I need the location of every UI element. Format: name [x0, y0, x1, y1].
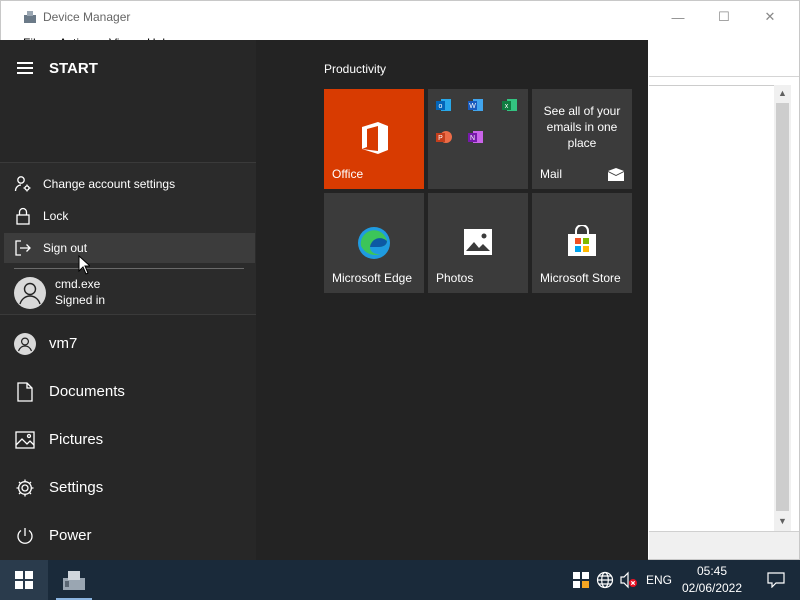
document-icon: [14, 381, 36, 403]
svg-text:W: W: [469, 103, 476, 110]
vertical-scrollbar[interactable]: ▲ ▼: [774, 85, 791, 531]
clock-date[interactable]: 02/06/2022: [680, 581, 744, 595]
start-menu: START Change account settings Lock Sign …: [0, 40, 648, 560]
device-tree[interactable]: [649, 85, 779, 529]
powerpoint-icon: P: [436, 131, 452, 143]
store-icon: [568, 225, 596, 256]
svg-text:N: N: [470, 135, 475, 142]
user-avatar-icon: [14, 333, 36, 355]
divider: [14, 268, 244, 269]
mail-tile[interactable]: See all of your emails in one place Mail: [532, 89, 632, 189]
mouse-cursor-icon: [78, 255, 90, 275]
power-icon: [14, 525, 36, 547]
scroll-thumb[interactable]: [776, 103, 789, 511]
gear-icon: [14, 477, 36, 499]
switch-user-item[interactable]: cmd.exe Signed in: [14, 275, 254, 311]
windows-security-icon[interactable]: [572, 571, 590, 589]
nav-user-label: vm7: [49, 335, 78, 352]
excel-icon: x: [502, 99, 517, 111]
svg-text:x: x: [505, 103, 509, 110]
tile-group-title: Productivity: [324, 62, 387, 76]
outlook-icon: o: [436, 99, 451, 111]
nav-settings[interactable]: Settings: [0, 464, 256, 512]
photos-tile[interactable]: Photos: [428, 193, 528, 293]
start-label: START: [49, 60, 98, 77]
svg-text:P: P: [438, 135, 443, 142]
lock-icon: [8, 201, 38, 231]
nav-documents[interactable]: Documents: [0, 368, 256, 416]
user-avatar-icon: [14, 277, 46, 309]
photos-icon: [464, 229, 492, 255]
word-icon: W: [468, 99, 483, 111]
lock-item[interactable]: Lock: [4, 201, 255, 231]
hamburger-menu-icon[interactable]: [17, 62, 33, 74]
office-tile[interactable]: Office: [324, 89, 424, 189]
edge-tile[interactable]: Microsoft Edge: [324, 193, 424, 293]
account-flyout: Change account settings Lock Sign out cm…: [0, 162, 256, 315]
close-button[interactable]: ✕: [747, 1, 793, 33]
other-user-name: cmd.exe: [55, 277, 101, 291]
nav-pictures[interactable]: Pictures: [0, 416, 256, 464]
office-apps-folder-tile[interactable]: o W x P N: [428, 89, 528, 189]
notification-center-icon[interactable]: [752, 560, 800, 600]
windows-logo-icon: [15, 571, 33, 589]
store-tile[interactable]: Microsoft Store: [532, 193, 632, 293]
nav-documents-label: Documents: [49, 383, 125, 400]
input-language[interactable]: ENG: [646, 573, 672, 587]
maximize-button[interactable]: ☐: [701, 1, 747, 33]
mail-tile-text: See all of your emails in one place: [543, 104, 621, 150]
taskbar: ENG 05:45 02/06/2022: [0, 560, 800, 600]
edge-icon: [358, 227, 390, 259]
network-globe-icon[interactable]: [596, 571, 614, 589]
mail-icon: [608, 168, 624, 181]
nav-pictures-label: Pictures: [49, 431, 104, 448]
toolbar: [649, 53, 799, 77]
scroll-up-icon[interactable]: ▲: [774, 85, 791, 102]
minimize-button[interactable]: —: [655, 1, 701, 33]
start-left-pane: START Change account settings Lock Sign …: [0, 40, 256, 560]
svg-text:o: o: [439, 103, 443, 110]
photos-tile-label: Photos: [436, 271, 474, 285]
sign-out-icon: [8, 233, 38, 263]
sign-out-item[interactable]: Sign out: [4, 233, 255, 263]
window-title: Device Manager: [43, 10, 131, 24]
lock-label: Lock: [43, 209, 69, 223]
office-icon: [362, 122, 388, 154]
change-account-settings-label: Change account settings: [43, 177, 176, 191]
change-account-settings-item[interactable]: Change account settings: [4, 169, 255, 199]
status-bar: [649, 531, 799, 559]
taskbar-device-manager[interactable]: [52, 560, 96, 600]
mail-tile-label: Mail: [540, 167, 563, 181]
title-bar[interactable]: Device Manager — ☐ ✕: [1, 1, 799, 33]
pictures-icon: [14, 429, 36, 451]
clock-time[interactable]: 05:45: [680, 564, 744, 578]
scroll-down-icon[interactable]: ▼: [774, 513, 791, 530]
device-manager-icon: [63, 571, 85, 590]
person-settings-icon: [8, 169, 38, 199]
nav-power[interactable]: Power: [0, 512, 256, 560]
other-user-status: Signed in: [55, 293, 106, 307]
device-manager-icon: [24, 11, 36, 23]
start-button[interactable]: [0, 560, 48, 600]
store-tile-label: Microsoft Store: [540, 271, 621, 285]
nav-settings-label: Settings: [49, 479, 104, 496]
sign-out-label: Sign out: [43, 241, 88, 255]
nav-user-vm7[interactable]: vm7: [0, 320, 256, 368]
onenote-icon: N: [468, 131, 483, 143]
edge-tile-label: Microsoft Edge: [332, 271, 413, 285]
office-tile-label: Office: [332, 167, 364, 181]
volume-muted-icon[interactable]: [620, 571, 638, 589]
nav-power-label: Power: [49, 527, 92, 544]
